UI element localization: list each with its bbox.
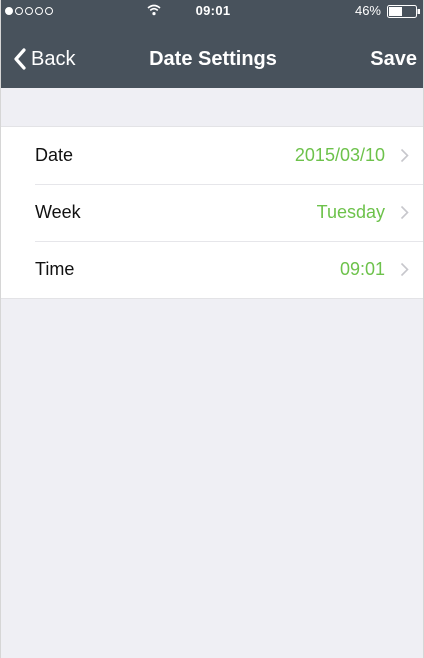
chevron-right-icon: [400, 148, 409, 163]
chevron-right-icon: [400, 205, 409, 220]
date-value: 2015/03/10: [294, 145, 385, 165]
navigation-bar: Back Date Settings Save: [1, 22, 423, 88]
page-title: Date Settings: [149, 48, 277, 70]
time-label: Time: [35, 259, 75, 279]
battery-icon: [387, 5, 420, 18]
chevron-right-icon: [400, 262, 409, 277]
week-row[interactable]: Week Tuesday: [1, 184, 423, 241]
save-button[interactable]: Save: [370, 48, 417, 71]
week-label: Week: [35, 202, 81, 222]
time-value: 09:01: [339, 259, 385, 279]
settings-list: Date 2015/03/10 Week Tuesday Time 09:01: [1, 126, 423, 299]
date-row[interactable]: Date 2015/03/10: [1, 127, 423, 184]
status-bar: 09:01 46%: [1, 0, 423, 22]
time-row[interactable]: Time 09:01: [1, 241, 423, 298]
week-value: Tuesday: [316, 202, 385, 222]
date-label: Date: [35, 145, 74, 165]
screen: 09:01 46% Back Date Settings Save Date 2…: [0, 0, 424, 658]
battery-percentage: 46%: [354, 3, 381, 18]
top-bar: 09:01 46% Back Date Settings Save: [1, 0, 423, 88]
